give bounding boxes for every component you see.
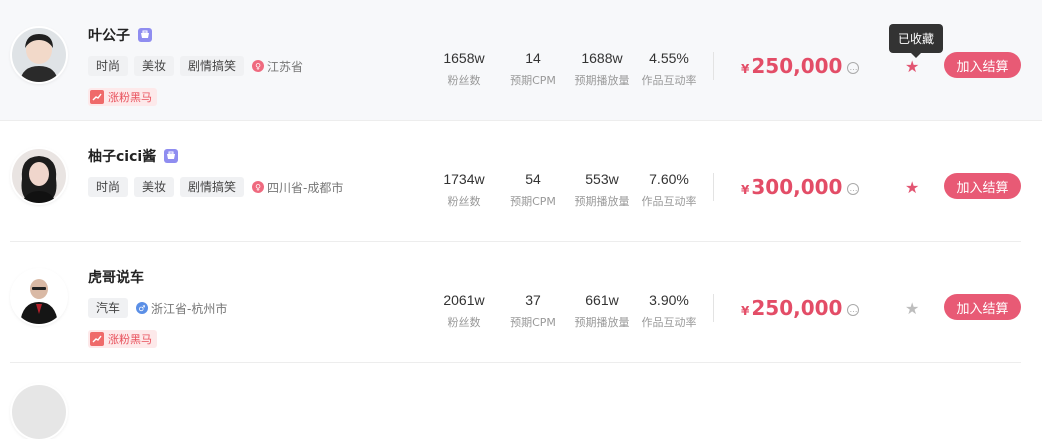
male-icon: ♂	[136, 302, 149, 314]
price-amount: 250,000	[751, 54, 843, 78]
location-text: 江苏省	[267, 59, 304, 74]
info-icon[interactable]: …	[847, 303, 860, 316]
info-icon[interactable]: …	[847, 61, 860, 74]
fans-value: 1734w	[443, 171, 485, 187]
plays-value: 553w	[585, 171, 619, 187]
plays-value: 661w	[585, 292, 619, 308]
price: ¥ 250,000 …	[741, 296, 860, 320]
influencer-row[interactable]: 柚子cici酱 时尚 美妆 剧情搞笑 ♀ 四川省-成都市 1734w 粉丝数 5…	[10, 121, 1021, 242]
location-text: 浙江省-杭州市	[151, 301, 228, 316]
fans-label: 粉丝数	[447, 316, 481, 329]
price: ¥ 250,000 …	[741, 54, 860, 78]
price-amount: 250,000	[751, 296, 843, 320]
category-tag: 美妆	[134, 56, 175, 76]
engagement-value: 4.55%	[649, 50, 689, 66]
avatar[interactable]	[12, 28, 66, 82]
fans-label: 粉丝数	[447, 74, 481, 87]
engagement-label: 作品互动率	[641, 316, 697, 329]
add-to-settlement-button[interactable]: 加入结算	[944, 52, 1021, 78]
cpm-value: 54	[525, 171, 541, 187]
divider	[713, 294, 714, 322]
avatar[interactable]	[12, 270, 66, 324]
price-amount: 300,000	[751, 175, 843, 199]
influencer-row[interactable]: 叶公子 时尚 美妆 剧情搞笑 ♀ 江苏省 涨粉黑马 1658w 粉丝数 14 预…	[0, 0, 1042, 121]
favorite-star-icon[interactable]: ★	[905, 178, 919, 197]
category-tag: 时尚	[88, 56, 129, 76]
category-tag: 美妆	[134, 177, 175, 197]
badge-label: 涨粉黑马	[108, 333, 152, 346]
influencer-row-partial[interactable]	[10, 363, 1021, 439]
cpm-label: 预期CPM	[510, 195, 556, 208]
engagement-label: 作品互动率	[641, 195, 697, 208]
favorited-tooltip: 已收藏	[889, 24, 944, 58]
influencer-name[interactable]: 柚子cici酱	[88, 146, 156, 166]
trending-badge: 涨粉黑马	[88, 330, 157, 348]
influencer-name[interactable]: 叶公子	[88, 25, 130, 45]
cpm-value: 37	[525, 292, 541, 308]
location: ♀ 四川省-成都市	[252, 179, 343, 196]
fans-value: 1658w	[443, 50, 485, 66]
engagement-value: 7.60%	[649, 171, 689, 187]
currency-symbol: ¥	[741, 62, 750, 76]
avatar[interactable]	[12, 149, 66, 203]
price: ¥ 300,000 …	[741, 175, 860, 199]
engagement-label: 作品互动率	[641, 74, 697, 87]
shop-icon	[164, 149, 179, 163]
currency-symbol: ¥	[741, 183, 750, 197]
cpm-label: 预期CPM	[510, 316, 556, 329]
location: ♀ 江苏省	[252, 58, 303, 75]
trend-up-icon	[90, 332, 104, 346]
category-tag: 汽车	[88, 298, 129, 318]
female-icon: ♀	[252, 181, 265, 193]
shop-icon	[138, 28, 152, 42]
category-tag: 剧情搞笑	[180, 177, 245, 197]
add-to-settlement-button[interactable]: 加入结算	[944, 173, 1021, 199]
plays-value: 1688w	[581, 50, 623, 66]
category-tag: 剧情搞笑	[180, 56, 245, 76]
cpm-value: 14	[525, 50, 541, 66]
avatar[interactable]	[12, 385, 66, 439]
location: ♂ 浙江省-杭州市	[136, 300, 227, 317]
engagement-value: 3.90%	[649, 292, 689, 308]
currency-symbol: ¥	[741, 304, 750, 318]
favorite-star-icon[interactable]: ★	[905, 299, 919, 318]
fans-value: 2061w	[443, 292, 485, 308]
fans-label: 粉丝数	[447, 195, 481, 208]
plays-label: 预期播放量	[574, 74, 630, 87]
info-icon[interactable]: …	[847, 182, 860, 195]
female-icon: ♀	[252, 60, 265, 72]
plays-label: 预期播放量	[574, 316, 630, 329]
trending-badge: 涨粉黑马	[88, 88, 157, 106]
divider	[713, 52, 714, 80]
divider	[713, 173, 714, 201]
plays-label: 预期播放量	[574, 195, 630, 208]
add-to-settlement-button[interactable]: 加入结算	[944, 294, 1021, 320]
category-tag: 时尚	[88, 177, 129, 197]
location-text: 四川省-成都市	[267, 180, 344, 195]
favorite-star-icon[interactable]: ★	[905, 57, 919, 76]
badge-label: 涨粉黑马	[108, 91, 152, 104]
influencer-row[interactable]: 虎哥说车 汽车 ♂ 浙江省-杭州市 涨粉黑马 2061w 粉丝数 37 预期CP…	[10, 242, 1021, 363]
influencer-name[interactable]: 虎哥说车	[88, 267, 144, 287]
trend-up-icon	[90, 90, 104, 104]
cpm-label: 预期CPM	[510, 74, 556, 87]
